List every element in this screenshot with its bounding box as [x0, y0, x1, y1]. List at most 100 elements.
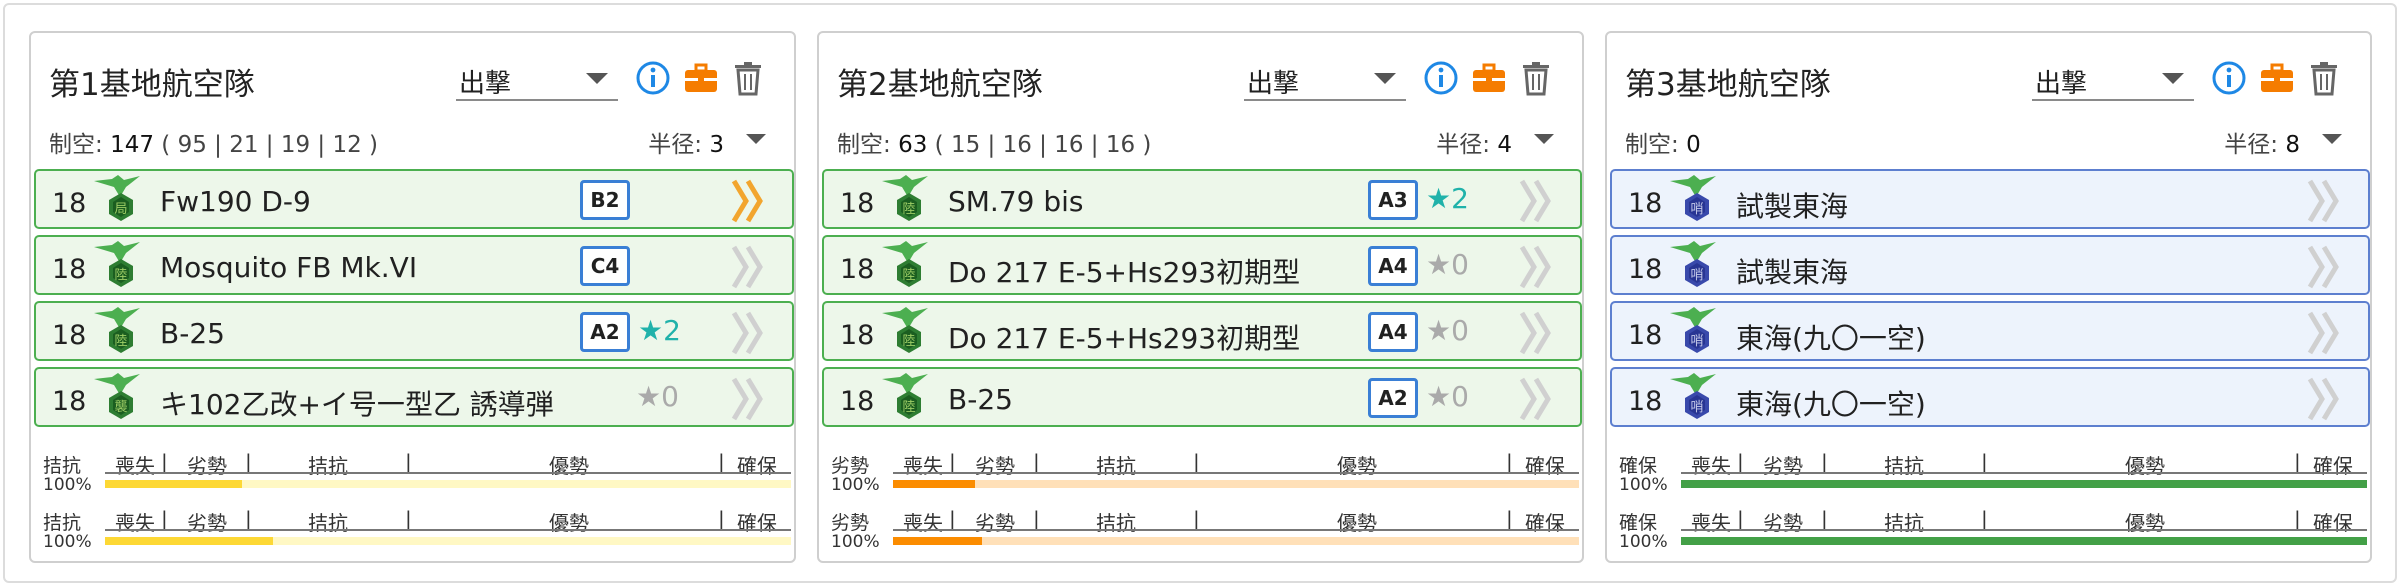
svg-text:陸: 陸 [902, 333, 915, 349]
equipment-slot[interactable]: 18 陸 Do 217 E-5+Hs293初期型 A4 ★0 [822, 301, 1582, 361]
air-state-percent: 100% [43, 475, 92, 495]
mode-select-value: 出撃 [459, 69, 512, 99]
air-power-label: 制空: [1625, 132, 1679, 158]
trash-icon[interactable] [729, 59, 767, 97]
double-chevron-icon[interactable] [2306, 309, 2346, 357]
info-icon[interactable] [2210, 59, 2248, 97]
briefcase-icon[interactable] [682, 59, 720, 97]
air-corps-card-3: 第3基地航空隊 出撃 制空: 0 半径: 8 18 哨 試製東海 18 哨 試製… [1605, 31, 2372, 563]
army-fighter-plane-icon: 陸 [94, 307, 140, 353]
air-state-label: 拮抗 [43, 455, 82, 477]
double-chevron-icon[interactable] [730, 177, 770, 225]
equipment-slot[interactable]: 18 陸 SM.79 bis A3 ★2 [822, 169, 1582, 229]
air-power-stat: 制空: 63 ( 15 | 16 | 16 | 16 ) [837, 125, 1151, 159]
slot-count: 18 [52, 254, 87, 285]
equipment-slot[interactable]: 18 哨 試製東海 [1610, 169, 2370, 229]
trash-icon[interactable] [2305, 59, 2343, 97]
corps-title: 第3基地航空隊 [1625, 67, 1831, 103]
chevron-down-icon[interactable] [2322, 134, 2342, 144]
scale-label: 確保 [737, 511, 777, 535]
equipment-slot[interactable]: 18 陸 Mosquito FB Mk.VI C4 [34, 235, 794, 295]
proficiency-star: ★0 [1426, 314, 1469, 347]
corps-title: 第1基地航空隊 [49, 67, 255, 103]
air-state-label: 劣勢 [831, 512, 870, 534]
equipment-slot[interactable]: 18 哨 試製東海 [1610, 235, 2370, 295]
info-icon[interactable] [1422, 59, 1460, 97]
air-power-value: 0 [1686, 132, 1701, 158]
scale-label: 劣勢 [1763, 511, 1803, 535]
scale-label: 劣勢 [187, 454, 227, 478]
radius-select[interactable]: 半径: 4 [1436, 125, 1512, 159]
air-state-label: 劣勢 [831, 455, 870, 477]
info-icon[interactable] [634, 59, 672, 97]
double-chevron-icon[interactable] [1518, 243, 1558, 291]
air-state-track [1681, 480, 2367, 488]
equipment-slot[interactable]: 18 襲 キ102乙改+イ号一型乙 誘導弾 ★0 [34, 367, 794, 427]
improvement-badge: A4 [1368, 246, 1418, 286]
scale-label: 優勢 [549, 454, 589, 478]
air-state-scale: 喪失 | 劣勢 | 拮抗 | 優勢 | 確保 [1691, 450, 2353, 478]
air-state-label: 確保 [1619, 455, 1658, 477]
army-fighter-plane-icon: 陸 [882, 175, 928, 221]
svg-text:哨: 哨 [1690, 400, 1703, 415]
double-chevron-icon[interactable] [1518, 375, 1558, 423]
air-state-fill [1681, 480, 2367, 488]
equipment-name: B-25 [160, 317, 225, 350]
army-fighter-plane-icon: 陸 [94, 241, 140, 287]
chevron-down-icon[interactable] [1534, 134, 1554, 144]
equipment-slot[interactable]: 18 陸 B-25 A2 ★2 [34, 301, 794, 361]
air-power-value: 147 [110, 132, 154, 158]
slot-count: 18 [840, 320, 875, 351]
double-chevron-icon[interactable] [2306, 375, 2346, 423]
air-state-percent: 100% [43, 532, 92, 552]
air-state-scale: 喪失 | 劣勢 | 拮抗 | 優勢 | 確保 [1691, 507, 2353, 535]
equipment-slot[interactable]: 18 哨 東海(九〇一空) [1610, 367, 2370, 427]
air-corps-card-1: 第1基地航空隊 出撃 制空: 147 ( 95 | 21 | 19 | 12 )… [29, 31, 796, 563]
radius-label: 半径: [648, 132, 703, 158]
air-state-fill [105, 537, 274, 545]
air-state-label: 確保 [1619, 512, 1658, 534]
double-chevron-icon[interactable] [2306, 177, 2346, 225]
patrol-plane-icon: 哨 [1670, 373, 1716, 419]
air-power-value: 63 [898, 132, 928, 158]
double-chevron-icon[interactable] [730, 375, 770, 423]
briefcase-icon[interactable] [1470, 59, 1508, 97]
army-fighter-plane-icon: 陸 [882, 373, 928, 419]
double-chevron-icon[interactable] [2306, 243, 2346, 291]
air-corps-card-2: 第2基地航空隊 出撃 制空: 63 ( 15 | 16 | 16 | 16 ) … [817, 31, 1584, 563]
air-state-track [1681, 537, 2367, 545]
svg-text:陸: 陸 [902, 399, 915, 415]
equipment-slot[interactable]: 18 哨 東海(九〇一空) [1610, 301, 2370, 361]
air-state-percent: 100% [1619, 532, 1668, 552]
double-chevron-icon[interactable] [730, 309, 770, 357]
slot-count: 18 [1628, 386, 1663, 417]
air-state-scale: 喪失 | 劣勢 | 拮抗 | 優勢 | 確保 [115, 450, 777, 478]
equipment-slot[interactable]: 18 陸 B-25 A2 ★0 [822, 367, 1582, 427]
equipment-name: キ102乙改+イ号一型乙 誘導弾 [160, 388, 554, 421]
double-chevron-icon[interactable] [1518, 177, 1558, 225]
scale-label: 喪失 [115, 511, 155, 535]
double-chevron-icon[interactable] [1518, 309, 1558, 357]
proficiency-star: ★0 [636, 380, 679, 413]
scale-label: 拮抗 [1096, 511, 1136, 535]
radius-select[interactable]: 半径: 8 [2224, 125, 2300, 159]
radius-value: 8 [2285, 132, 2300, 158]
chevron-down-icon[interactable] [746, 134, 766, 144]
mode-select[interactable]: 出撃 [1244, 55, 1406, 101]
radius-label: 半径: [1436, 132, 1491, 158]
improvement-badge: A2 [1368, 378, 1418, 418]
briefcase-icon[interactable] [2258, 59, 2296, 97]
svg-text:哨: 哨 [1690, 202, 1703, 217]
air-state-bar: 劣勢 100% 喪失 | 劣勢 | 拮抗 | 優勢 | 確保 [827, 504, 1579, 554]
air-power-label: 制空: [837, 132, 891, 158]
mode-select[interactable]: 出撃 [2032, 55, 2194, 101]
equipment-slot[interactable]: 18 陸 Do 217 E-5+Hs293初期型 A4 ★0 [822, 235, 1582, 295]
equipment-name: SM.79 bis [948, 185, 1084, 218]
air-state-track [893, 537, 1579, 545]
mode-select[interactable]: 出撃 [456, 55, 618, 101]
double-chevron-icon[interactable] [730, 243, 770, 291]
radius-select[interactable]: 半径: 3 [648, 125, 724, 159]
slot-count: 18 [1628, 188, 1663, 219]
trash-icon[interactable] [1517, 59, 1555, 97]
equipment-slot[interactable]: 18 局 Fw190 D-9 B2 [34, 169, 794, 229]
